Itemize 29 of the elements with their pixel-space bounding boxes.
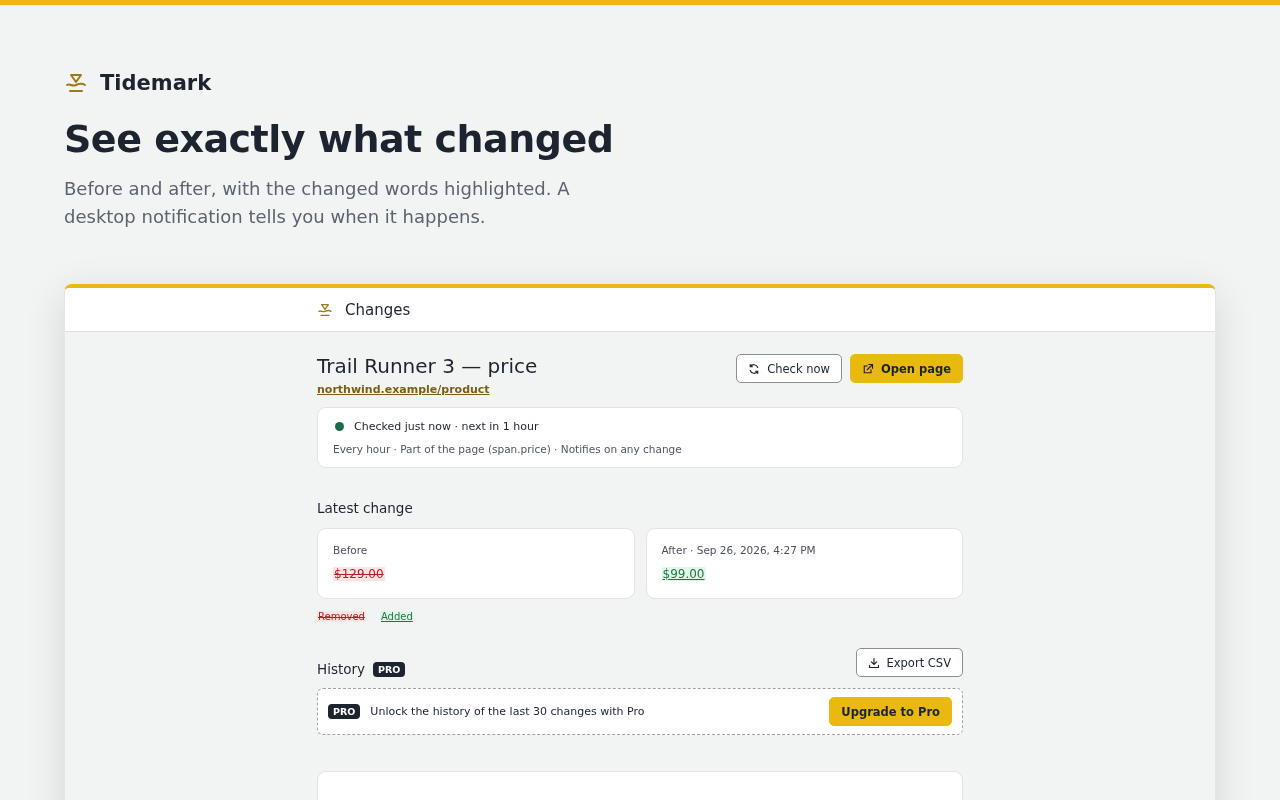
check-now-button[interactable]: Check now xyxy=(736,354,842,383)
logo-icon xyxy=(64,73,88,93)
diff-label: After · Sep 26, 2026, 4:27 PM xyxy=(661,544,817,556)
panel-title: Changes xyxy=(345,300,411,319)
upgrade-button[interactable]: Upgrade to Pro xyxy=(829,697,952,726)
diff-label: Before xyxy=(333,544,369,556)
added-legend: Added xyxy=(379,611,414,622)
monitor-title: Trail Runner 3 — price xyxy=(317,354,538,378)
section-heading: Latest change xyxy=(317,500,414,516)
pro-badge: PRO xyxy=(328,704,361,719)
hero-title: See exactly what changed xyxy=(64,117,615,161)
logo-icon xyxy=(317,302,333,317)
section-heading: History xyxy=(317,661,366,677)
upsell-text: Unlock the history of the last 30 changes with Pro xyxy=(370,705,646,718)
added-value: $99.00 xyxy=(661,567,706,581)
monitor-link[interactable]: northwind.example/product xyxy=(317,383,490,396)
status-dot xyxy=(335,422,344,431)
removed-legend: Removed xyxy=(317,611,366,622)
hero-text: Before and after, with the changed words highlighted. A desktop notification tells you when it happens. xyxy=(64,177,571,229)
export-csv-button[interactable]: Export CSV xyxy=(855,648,963,677)
download-icon xyxy=(867,656,880,669)
brand-name: Tidemark xyxy=(100,71,212,95)
status-text: Checked just now · next in 1 hour xyxy=(354,420,539,433)
monitor-details: Every hour · Part of the page (span.price) · Notifies on any change xyxy=(333,443,683,455)
pro-badge: PRO xyxy=(373,661,406,677)
removed-value: $129.00 xyxy=(333,567,385,581)
open-page-button[interactable]: Open page xyxy=(849,354,963,383)
refresh-icon xyxy=(748,362,761,375)
external-link-icon xyxy=(861,362,874,375)
